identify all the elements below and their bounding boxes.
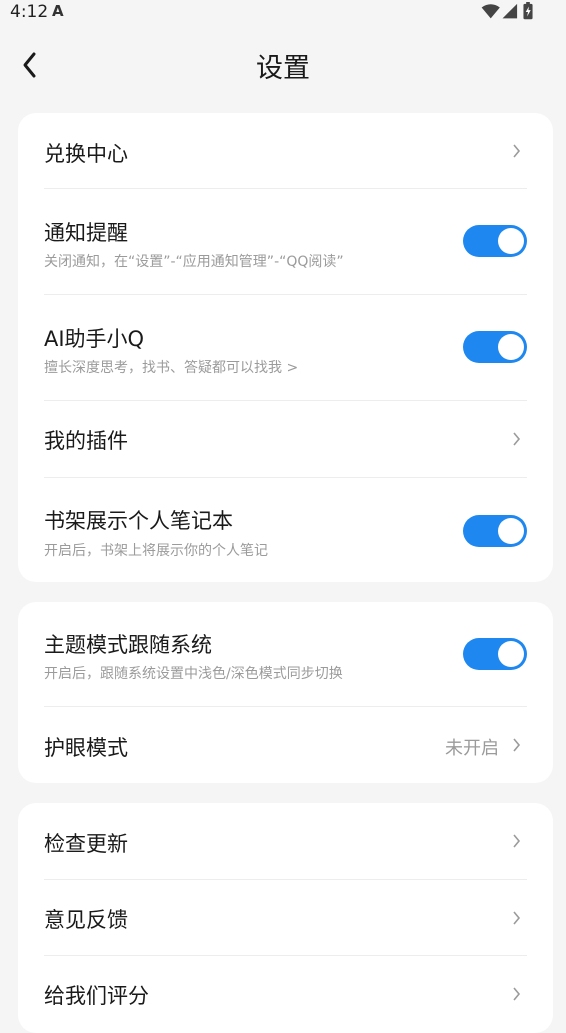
settings-card-general: 兑换中心 通知提醒 关闭通知，在“设置”-“应用通知管理”-“QQ阅读” AI助… <box>18 113 553 582</box>
redeem-center-label: 兑换中心 <box>44 142 128 166</box>
page-title: 设置 <box>256 53 310 84</box>
bookshelf-notebook-label: 书架展示个人笔记本 <box>44 509 233 533</box>
check-update-row[interactable]: 检查更新 <box>44 803 527 880</box>
signal-icon <box>502 3 518 19</box>
chevron-right-icon <box>513 911 521 925</box>
eye-protection-label: 护眼模式 <box>44 736 128 760</box>
battery-icon <box>523 2 533 20</box>
theme-follow-system-row: 主题模式跟随系统 开启后，跟随系统设置中浅色/深色模式同步切换 <box>44 602 527 707</box>
bookshelf-notebook-row: 书架展示个人笔记本 开启后，书架上将展示你的个人笔记 <box>44 478 527 582</box>
chevron-right-icon <box>513 987 521 1001</box>
my-plugins-row[interactable]: 我的插件 <box>44 401 527 478</box>
ai-assistant-label: AI助手小Q <box>44 327 145 351</box>
redeem-center-row[interactable]: 兑换中心 <box>44 113 527 189</box>
settings-card-display: 主题模式跟随系统 开启后，跟随系统设置中浅色/深色模式同步切换 护眼模式 未开启 <box>18 602 553 783</box>
notification-label: 通知提醒 <box>44 221 128 245</box>
theme-follow-system-toggle[interactable] <box>463 638 527 670</box>
theme-follow-system-hint: 开启后，跟随系统设置中浅色/深色模式同步切换 <box>44 666 343 682</box>
status-icons <box>481 2 533 20</box>
status-time: 4:12 <box>10 2 49 22</box>
feedback-row[interactable]: 意见反馈 <box>44 880 527 956</box>
my-plugins-label: 我的插件 <box>44 429 128 453</box>
ai-assistant-row: AI助手小Q 擅长深度思考，找书、答疑都可以找我 > <box>44 295 527 401</box>
bookshelf-notebook-toggle[interactable] <box>463 515 527 547</box>
eye-protection-row[interactable]: 护眼模式 未开启 <box>44 707 527 783</box>
eye-protection-status: 未开启 <box>445 738 499 759</box>
chevron-right-icon <box>513 144 521 158</box>
chevron-right-icon <box>513 738 521 752</box>
app-notification-icon: A <box>52 2 64 20</box>
theme-follow-system-label: 主题模式跟随系统 <box>44 633 212 657</box>
check-update-label: 检查更新 <box>44 832 128 856</box>
status-bar: 4:12 A <box>0 0 566 24</box>
wifi-icon <box>481 4 500 19</box>
rate-us-label: 给我们评分 <box>44 984 149 1008</box>
header: 设置 <box>0 40 566 90</box>
rate-us-row[interactable]: 给我们评分 <box>44 956 527 1033</box>
ai-assistant-toggle[interactable] <box>463 331 527 363</box>
bookshelf-notebook-hint: 开启后，书架上将展示你的个人笔记 <box>44 543 268 559</box>
ai-assistant-hint[interactable]: 擅长深度思考，找书、答疑都可以找我 > <box>44 357 298 377</box>
feedback-label: 意见反馈 <box>44 908 128 932</box>
notification-row: 通知提醒 关闭通知，在“设置”-“应用通知管理”-“QQ阅读” <box>44 189 527 295</box>
settings-card-about: 检查更新 意见反馈 给我们评分 <box>18 803 553 1033</box>
chevron-right-icon <box>513 432 521 446</box>
notification-hint: 关闭通知，在“设置”-“应用通知管理”-“QQ阅读” <box>44 254 344 270</box>
chevron-right-icon <box>513 834 521 848</box>
notification-toggle[interactable] <box>463 225 527 257</box>
